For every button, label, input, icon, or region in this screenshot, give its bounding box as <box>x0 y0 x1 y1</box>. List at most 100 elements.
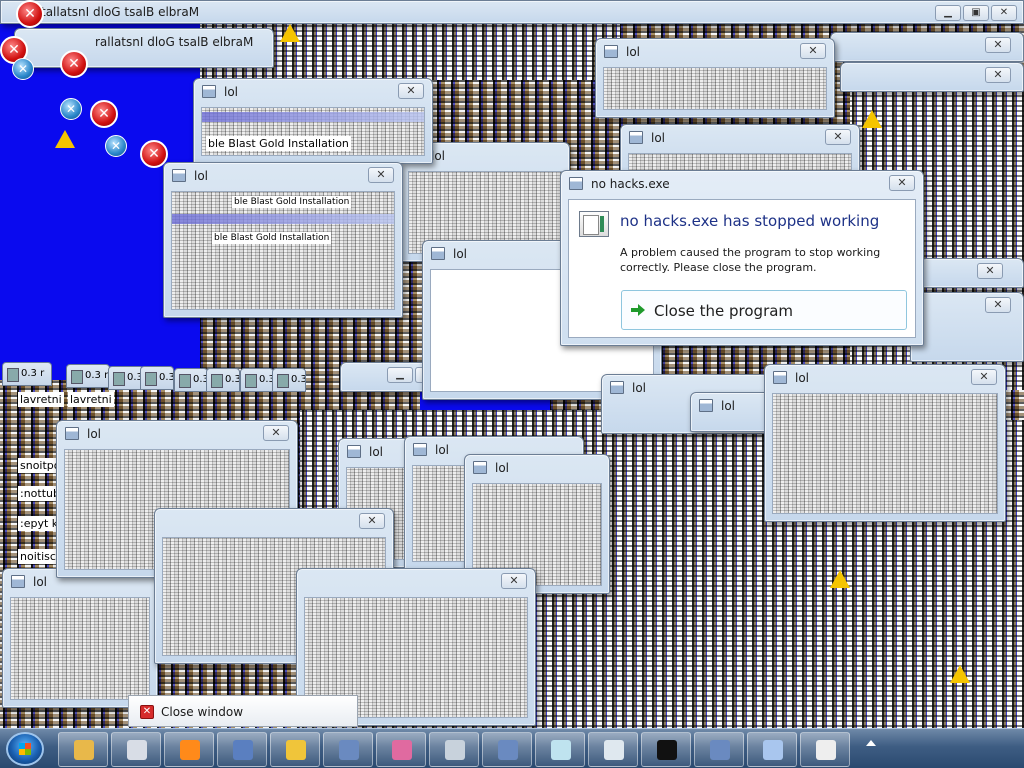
window-title: lol <box>632 381 647 395</box>
taskbar-button-paint[interactable] <box>376 732 426 767</box>
taskbar-button-window[interactable] <box>588 732 638 767</box>
installer-stub[interactable]: 0.3 r <box>140 366 174 390</box>
window-icon <box>473 461 487 474</box>
explorer-icon <box>74 740 94 760</box>
cmd-icon <box>657 740 677 760</box>
taskbar-button-calculator[interactable] <box>429 732 479 767</box>
close-window-label: Close window <box>161 705 244 719</box>
close-button[interactable]: ✕ <box>800 43 826 59</box>
close-button[interactable]: ✕ <box>501 573 527 589</box>
taskbar-button-explorer[interactable] <box>58 732 108 767</box>
installer-window[interactable]: tallatsnI dloG tsalB elbraM ▁ ▣ ✕ <box>0 0 1024 24</box>
close-button[interactable]: ✕ <box>977 263 1003 279</box>
close-button[interactable]: ✕ <box>825 129 851 145</box>
installer-stub[interactable]: 0.3 r <box>206 368 240 392</box>
lol-window[interactable]: lol <box>2 568 158 708</box>
error-icon: ✕ <box>60 50 88 78</box>
lol-window[interactable]: ✕ <box>910 292 1024 362</box>
close-button[interactable]: ✕ <box>985 67 1011 83</box>
side-text: :epyt k <box>18 516 61 531</box>
side-text: noitisc <box>18 549 58 564</box>
close-button[interactable]: ✕ <box>991 5 1017 21</box>
program-error-icon <box>579 211 609 237</box>
show-hidden-icons[interactable] <box>866 740 876 746</box>
window-title: lol <box>435 443 450 457</box>
taskbar-button-mouse[interactable] <box>111 732 161 767</box>
taskbar-button-doc[interactable] <box>747 732 797 767</box>
close-button[interactable]: ✕ <box>971 369 997 385</box>
lol-window[interactable]: lol ✕ ble Blast Gold Installation <box>193 78 433 164</box>
window-icon <box>629 131 643 144</box>
taskbar-button-media[interactable] <box>164 732 214 767</box>
error-dialog[interactable]: no hacks.exe ✕ no hacks.exe has stopped … <box>560 170 924 346</box>
lol-window[interactable]: lol ✕ ble Blast Gold Installation ble Blas… <box>163 162 403 318</box>
installer2-icon <box>339 740 359 760</box>
taskbar-button-cmd[interactable] <box>641 732 691 767</box>
error-icon: ✕ <box>90 100 118 128</box>
mouse-icon <box>127 740 147 760</box>
taskbar-button-installer[interactable] <box>217 732 267 767</box>
close-button[interactable]: ✕ <box>359 513 385 529</box>
window-title: lol <box>369 445 384 459</box>
taskbar-button-installer2[interactable] <box>323 732 373 767</box>
calculator-icon <box>445 740 465 760</box>
blast-label: ble Blast Gold Installation <box>206 136 351 151</box>
window-icon <box>699 399 713 412</box>
close-program-button[interactable]: Close the program <box>621 290 907 330</box>
warning-icon <box>55 130 75 148</box>
installer-stub[interactable]: 0.3 r <box>174 368 208 392</box>
side-text: lavretni <box>18 392 64 407</box>
installer-stub[interactable]: 0.3 r <box>272 368 306 392</box>
warning-icon <box>830 570 850 588</box>
paint-icon <box>392 740 412 760</box>
window-title: lol <box>721 399 736 413</box>
lol-window[interactable]: ✕ <box>830 32 1024 62</box>
side-text: lavretni <box>68 392 114 407</box>
window-icon <box>413 443 427 456</box>
installer-icon <box>233 740 253 760</box>
close-button[interactable]: ✕ <box>889 175 915 191</box>
blast-label: ble Blast Gold Installation <box>212 232 332 244</box>
installer-stub[interactable]: 0.3 r <box>66 364 110 388</box>
installer-stub[interactable]: 0.3 r <box>108 366 144 390</box>
lol-window[interactable]: ✕ <box>920 258 1024 288</box>
installer-stub[interactable]: 0.3 r <box>240 368 274 392</box>
installer-window[interactable]: rallatsnI dloG tsalB elbraM <box>14 28 274 68</box>
notification-area <box>864 730 1024 768</box>
window-icon <box>431 247 445 260</box>
maximize-button[interactable]: ▣ <box>963 5 989 21</box>
notepad-icon <box>551 740 571 760</box>
sun-icon <box>286 740 306 760</box>
installer-stub[interactable]: 0.3 r <box>2 362 52 386</box>
window-title: rallatsnI dloG tsalB elbraM <box>95 35 254 49</box>
close-button[interactable]: ✕ <box>985 297 1011 313</box>
close-button[interactable]: ✕ <box>985 37 1011 53</box>
window-title: lol <box>431 149 446 163</box>
taskbar-button-notepad[interactable] <box>535 732 585 767</box>
close-button[interactable]: ✕ <box>398 83 424 99</box>
taskbar-button-installer3[interactable] <box>482 732 532 767</box>
caption-buttons: ▁ ▣ ✕ <box>933 4 1017 21</box>
lol-window[interactable]: lol ✕ <box>595 38 835 118</box>
taskbar-button-dialog[interactable] <box>800 732 850 767</box>
warning-icon <box>862 110 882 128</box>
lol-window[interactable]: ✕ <box>840 62 1024 92</box>
error-heading: no hacks.exe has stopped working <box>620 212 880 230</box>
minimize-button[interactable]: ▁ <box>387 367 413 383</box>
taskbar-button-sun[interactable] <box>270 732 320 767</box>
error-dialog-title: no hacks.exe <box>591 177 670 191</box>
close-button[interactable]: ✕ <box>368 167 394 183</box>
blue-x-icon: ✕ <box>12 58 34 80</box>
window-icon <box>11 575 25 588</box>
window-title: lol <box>33 575 48 589</box>
taskbar-button-installer4[interactable] <box>694 732 744 767</box>
minimize-button[interactable]: ▁ <box>935 5 961 21</box>
close-button[interactable]: ✕ <box>263 425 289 441</box>
window-title: lol <box>495 461 510 475</box>
taskbar <box>0 728 1024 768</box>
window-icon <box>65 427 79 440</box>
start-button[interactable] <box>6 732 44 766</box>
lol-window[interactable]: lol ✕ <box>764 364 1006 522</box>
close-window-item[interactable]: ✕ Close window <box>128 695 358 727</box>
window-title: lol <box>87 427 102 441</box>
